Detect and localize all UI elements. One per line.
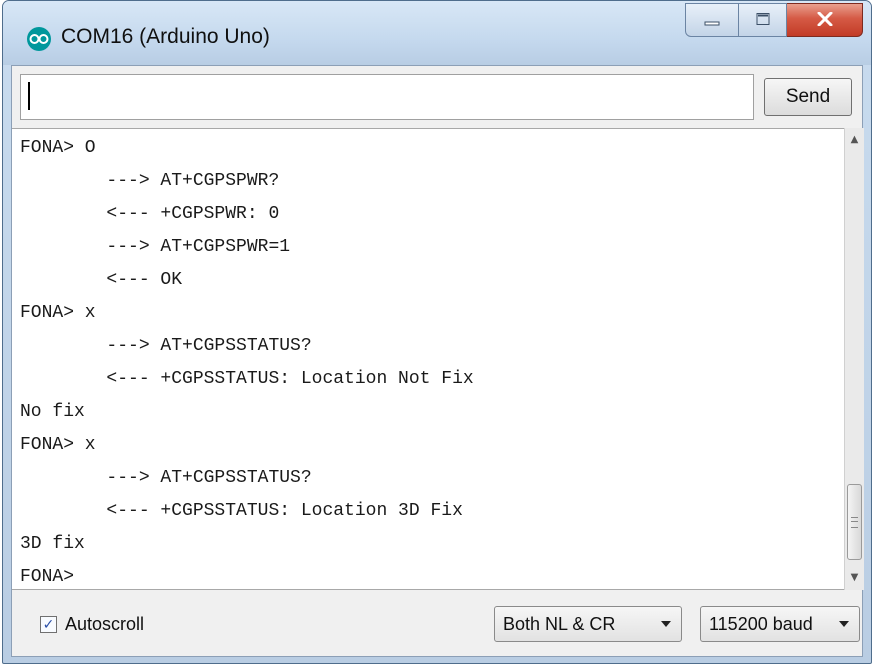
window-controls: [685, 3, 863, 37]
output-line: FONA> x: [20, 303, 96, 323]
output-line: <--- +CGPSSTATUS: Location 3D Fix: [20, 501, 463, 521]
baud-rate-value: 115200 baud: [709, 613, 813, 634]
output-line: ---> AT+CGPSPWR?: [20, 171, 280, 191]
maximize-button[interactable]: [739, 3, 787, 37]
output-line: ---> AT+CGPSPWR=1: [20, 237, 291, 257]
output-line: FONA> x: [20, 435, 96, 455]
minimize-icon: [704, 11, 720, 30]
scroll-up-button[interactable]: ▲: [845, 128, 864, 150]
line-ending-select[interactable]: Both NL & CR: [494, 606, 682, 642]
scroll-thumb[interactable]: [847, 484, 862, 560]
check-icon: ✓: [42, 616, 55, 633]
output-line: No fix: [20, 402, 85, 422]
chevron-down-icon: [661, 621, 671, 627]
scroll-down-button[interactable]: ▼: [845, 566, 864, 588]
output-line: 3D fix: [20, 534, 85, 554]
title-bar[interactable]: COM16 (Arduino Uno): [3, 1, 871, 65]
autoscroll-checkbox[interactable]: ✓: [40, 616, 57, 633]
output-line: FONA>: [20, 567, 75, 587]
grip-icon: [851, 516, 858, 528]
serial-monitor-client: Send FONA> O ---> AT+CGPSPWR? <--- +CGPS…: [11, 65, 864, 657]
close-icon: [817, 11, 833, 30]
scroll-up-icon: ▲: [850, 133, 859, 145]
text-caret: [28, 82, 30, 110]
command-input[interactable]: [20, 74, 754, 120]
chevron-down-icon: [839, 621, 849, 627]
output-line: ---> AT+CGPSSTATUS?: [20, 336, 312, 356]
output-line: FONA> O: [20, 138, 96, 158]
output-line: <--- +CGPSPWR: 0: [20, 204, 280, 224]
serial-monitor-window: COM16 (Arduino Uno) Send FONA> O ---> AT…: [2, 0, 872, 664]
line-ending-value: Both NL & CR: [503, 613, 616, 634]
send-button[interactable]: Send: [764, 78, 852, 116]
vertical-scrollbar[interactable]: ▲ ▼: [844, 128, 864, 590]
footer-bar: ✓ Autoscroll Both NL & CR 115200 baud: [12, 592, 862, 656]
scroll-down-icon: ▼: [850, 571, 859, 583]
window-title: COM16 (Arduino Uno): [61, 25, 270, 48]
output-line: ---> AT+CGPSSTATUS?: [20, 468, 312, 488]
output-line: <--- +CGPSSTATUS: Location Not Fix: [20, 369, 474, 389]
maximize-icon: [755, 11, 771, 30]
serial-output[interactable]: FONA> O ---> AT+CGPSPWR? <--- +CGPSPWR: …: [12, 128, 844, 590]
autoscroll-label: Autoscroll: [65, 614, 145, 634]
close-button[interactable]: [787, 3, 863, 37]
arduino-icon: [27, 27, 51, 51]
output-line: <--- OK: [20, 270, 183, 290]
baud-rate-select[interactable]: 115200 baud: [700, 606, 860, 642]
minimize-button[interactable]: [685, 3, 739, 37]
autoscroll-toggle[interactable]: ✓ Autoscroll: [40, 614, 144, 635]
